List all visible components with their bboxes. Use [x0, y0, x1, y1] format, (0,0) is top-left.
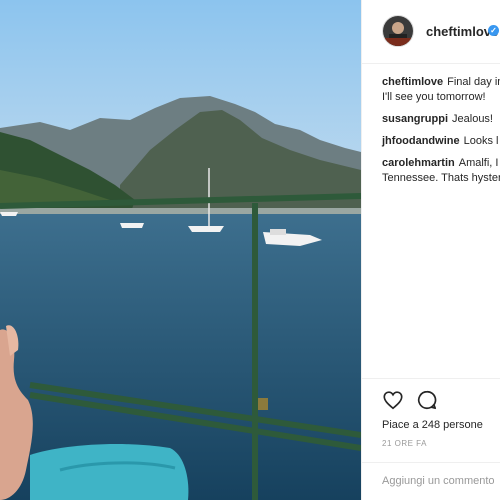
- amalfi-coast-photo: [0, 0, 361, 500]
- post-header: cheftimlove ✓: [362, 0, 500, 64]
- comment-item: carolehmartin Amalfi, I Tennessee. Thats …: [382, 156, 500, 186]
- post-side-panel: cheftimlove ✓ cheftimlove Final day in I'…: [361, 0, 500, 500]
- comment-icon[interactable]: [416, 389, 438, 411]
- comment-item: cheftimlove Final day in I'll see you tom…: [382, 75, 500, 105]
- verified-badge-icon: ✓: [488, 25, 499, 36]
- comment-username[interactable]: carolehmartin: [382, 157, 455, 169]
- comment-username[interactable]: cheftimlove: [382, 76, 443, 88]
- author-avatar[interactable]: [382, 15, 414, 47]
- avatar-image: [383, 16, 413, 46]
- comment-username[interactable]: jhfoodandwine: [382, 135, 460, 147]
- post-timestamp: 21 ORE FA: [382, 439, 427, 448]
- like-count[interactable]: Piace a 248 persone: [382, 419, 483, 431]
- add-comment-placeholder[interactable]: Aggiungi un commento: [382, 475, 495, 487]
- add-comment-field[interactable]: Aggiungi un commento: [362, 462, 500, 500]
- comment-list: cheftimlove Final day in I'll see you tom…: [382, 75, 500, 193]
- comment-text: Jealous!: [452, 113, 493, 125]
- comment-item: susangruppi Jealous!: [382, 112, 500, 127]
- comment-text: Looks l: [463, 135, 499, 147]
- comment-item: jhfoodandwine Looks l: [382, 134, 500, 149]
- comment-text: Final day in: [447, 76, 500, 88]
- comment-username[interactable]: susangruppi: [382, 113, 448, 125]
- comment-text: Amalfi, I: [458, 157, 499, 169]
- post-actions: Piace a 248 persone 21 ORE FA Aggiungi u…: [362, 378, 500, 500]
- heart-icon[interactable]: [382, 389, 404, 411]
- comment-text-continued: I'll see you tomorrow!: [382, 91, 486, 103]
- post-photo[interactable]: [0, 0, 361, 500]
- comment-text-continued: Tennessee. Thats hyster: [382, 172, 500, 184]
